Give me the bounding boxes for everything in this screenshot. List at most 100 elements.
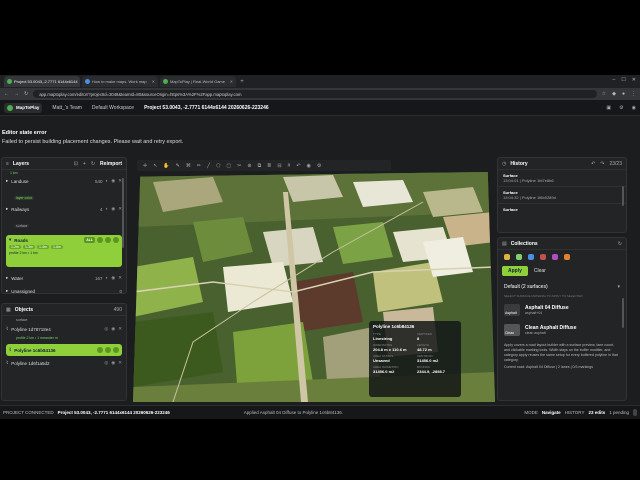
layer-toggle-icon[interactable]: ▸ (6, 275, 8, 281)
color-icon[interactable]: ◐ (106, 206, 109, 212)
workspace-selector[interactable]: Default Workspace (92, 105, 134, 111)
history-scrollbar[interactable] (622, 186, 624, 206)
delete-icon[interactable] (113, 237, 119, 243)
layer-toggle-icon[interactable]: ▾ (9, 237, 11, 243)
maximize-icon[interactable]: ☐ (621, 77, 625, 83)
reimport-button[interactable]: Reimport (100, 161, 122, 167)
stack-icon[interactable]: ≣ (267, 163, 271, 169)
select-icon[interactable]: ↖ (153, 163, 157, 169)
layers-scrollbar[interactable] (122, 178, 124, 248)
close-icon[interactable]: ✕ (152, 79, 155, 84)
locate-icon[interactable] (97, 347, 103, 353)
visibility-icon[interactable]: ◉ (111, 360, 115, 366)
add-icon[interactable]: ✛ (143, 163, 147, 169)
color-icon[interactable]: ◐ (106, 275, 109, 281)
minimize-icon[interactable]: – (613, 77, 616, 83)
new-tab-icon[interactable]: + (238, 79, 246, 85)
merge-icon[interactable]: ⊕ (247, 163, 251, 169)
visibility-icon[interactable] (105, 347, 111, 353)
lock-icon[interactable]: ⊡ (74, 161, 78, 167)
material-item[interactable]: Clean Clean Asphalt Diffuse clean asphalt (498, 320, 626, 340)
save-icon[interactable]: ▣ (606, 105, 611, 111)
width-chip[interactable]: 1-3m (22, 245, 35, 249)
all-button[interactable]: ALL (84, 237, 95, 243)
back-icon[interactable]: ← (4, 91, 9, 97)
delete-icon[interactable]: ✕ (118, 275, 122, 281)
forward-icon[interactable]: → (14, 91, 19, 97)
visibility-icon[interactable] (105, 237, 111, 243)
redo-icon[interactable]: ↷ (600, 161, 604, 167)
team-selector[interactable]: Matt_'s Team (52, 105, 82, 111)
eye-icon[interactable]: ◉ (307, 163, 311, 169)
color-swatch-5[interactable] (552, 254, 558, 260)
browser-tab-3[interactable]: MapToPlay | Real-World Game ✕ (160, 76, 236, 87)
line-icon[interactable]: ╱ (207, 163, 210, 169)
user-icon[interactable]: ◉ (632, 105, 636, 111)
chevron-down-icon[interactable]: ▾ (617, 284, 620, 290)
color-swatch-6[interactable] (564, 254, 570, 260)
object-item-selected[interactable]: ⌇ Polyline 1c6b84136 (6, 344, 122, 356)
menu-icon[interactable]: ⋮ (631, 91, 636, 97)
url-field[interactable]: app.maptoplay.com/editor/?projectId=3048… (33, 90, 597, 98)
color-swatch-3[interactable] (528, 254, 534, 260)
color-swatch-1[interactable] (504, 254, 510, 260)
locate-icon[interactable]: ◎ (104, 326, 108, 332)
settings-icon[interactable]: ⚙ (317, 163, 321, 169)
layer-item-water[interactable]: ▸ Water 167 ◐ ◉ ✕ (2, 273, 126, 283)
visibility-icon[interactable]: ◉ (111, 326, 115, 332)
settings-icon[interactable]: ⚙ (619, 105, 623, 111)
grid-icon[interactable]: # (288, 163, 291, 169)
box-icon[interactable]: ▢ (226, 163, 231, 169)
browser-tab-2[interactable]: How to make maps. Work map ✕ (82, 76, 158, 87)
layer-item-landuse[interactable]: ▸ Landuse 540 ◐ ◉ ✕ (2, 176, 126, 186)
add-layer-icon[interactable]: + (83, 161, 86, 167)
collections-scrollbar[interactable] (622, 298, 624, 328)
history-item[interactable]: Surface 13:04:32 | Polyline 1f6b5289d (498, 187, 626, 204)
extension-icon[interactable]: ◆ (612, 91, 616, 97)
default-collection[interactable]: Default (2 surfaces) ▾ (498, 278, 626, 292)
color-swatch-2[interactable] (516, 254, 522, 260)
width-chip[interactable]: 1-2m (9, 245, 21, 249)
pan-icon[interactable]: ✋ (163, 163, 169, 169)
profile-icon[interactable]: ● (622, 91, 625, 97)
refresh-icon[interactable]: ↻ (618, 241, 622, 247)
history-item[interactable]: Surface 13:04:01 | Polyline 1fd7e8b6 (498, 170, 626, 187)
undo-icon[interactable]: ↶ (591, 161, 595, 167)
reload-icon[interactable]: ↻ (24, 91, 28, 97)
locate-icon[interactable]: ◎ (104, 360, 108, 366)
star-icon[interactable]: ☆ (602, 91, 606, 97)
apply-button[interactable]: Apply (502, 266, 528, 276)
draw-icon[interactable]: ✎ (176, 163, 180, 169)
material-item[interactable]: Asphalt Asphalt 04 Diffuse asphalt+04 (498, 300, 626, 320)
layer-item-roads[interactable]: ▾ Roads ALL 1-2m 1-3m 1-4m 1-6m profile … (6, 235, 122, 267)
delete-icon[interactable]: ✕ (118, 360, 122, 366)
pencil-icon[interactable]: ✏ (197, 163, 201, 169)
visibility-icon[interactable]: ◉ (111, 206, 115, 212)
split-icon[interactable]: ⊟ (277, 163, 281, 169)
layer-toggle-icon[interactable]: ▸ (6, 206, 8, 212)
copy-icon[interactable]: ⧉ (258, 163, 262, 169)
width-chip[interactable]: 1-6m (50, 245, 63, 249)
object-item[interactable]: ⌇ Polyline 1d78718e4 ◎ ◉ ✕ (2, 324, 126, 334)
layer-toggle-icon[interactable]: ▸ (6, 178, 8, 184)
clear-button[interactable]: Clear (534, 268, 546, 274)
close-icon[interactable]: ✕ (230, 79, 233, 84)
close-window-icon[interactable]: ✕ (632, 77, 636, 83)
visibility-icon[interactable]: ◉ (111, 178, 115, 184)
link-icon[interactable]: ⌘ (186, 163, 191, 169)
reimport-icon[interactable]: ↻ (91, 161, 95, 167)
delete-icon[interactable]: ✕ (118, 326, 122, 332)
width-chip[interactable]: 1-4m (36, 245, 49, 249)
layer-item-unassigned[interactable]: ▸ Unassigned 0 (2, 286, 126, 296)
layer-toggle-icon[interactable]: ▸ (6, 288, 8, 294)
color-icon[interactable] (97, 237, 103, 243)
visibility-icon[interactable]: ◉ (111, 275, 115, 281)
browser-tab-1[interactable]: Project 53.0043,-2.7771 6144x6144✕ (4, 76, 80, 87)
polygon-icon[interactable]: ⬠ (216, 163, 220, 169)
history-item[interactable]: Surface (498, 204, 626, 215)
cut-icon[interactable]: ✂ (237, 163, 241, 169)
delete-icon[interactable] (113, 347, 119, 353)
color-swatch-4[interactable] (540, 254, 546, 260)
layer-item-railways[interactable]: ▸ Railways 4 ◐ ◉ ✕ (2, 204, 126, 214)
object-item[interactable]: ⌇ Polyline 1d6f1a5d2 ◎ ◉ ✕ (2, 358, 126, 368)
